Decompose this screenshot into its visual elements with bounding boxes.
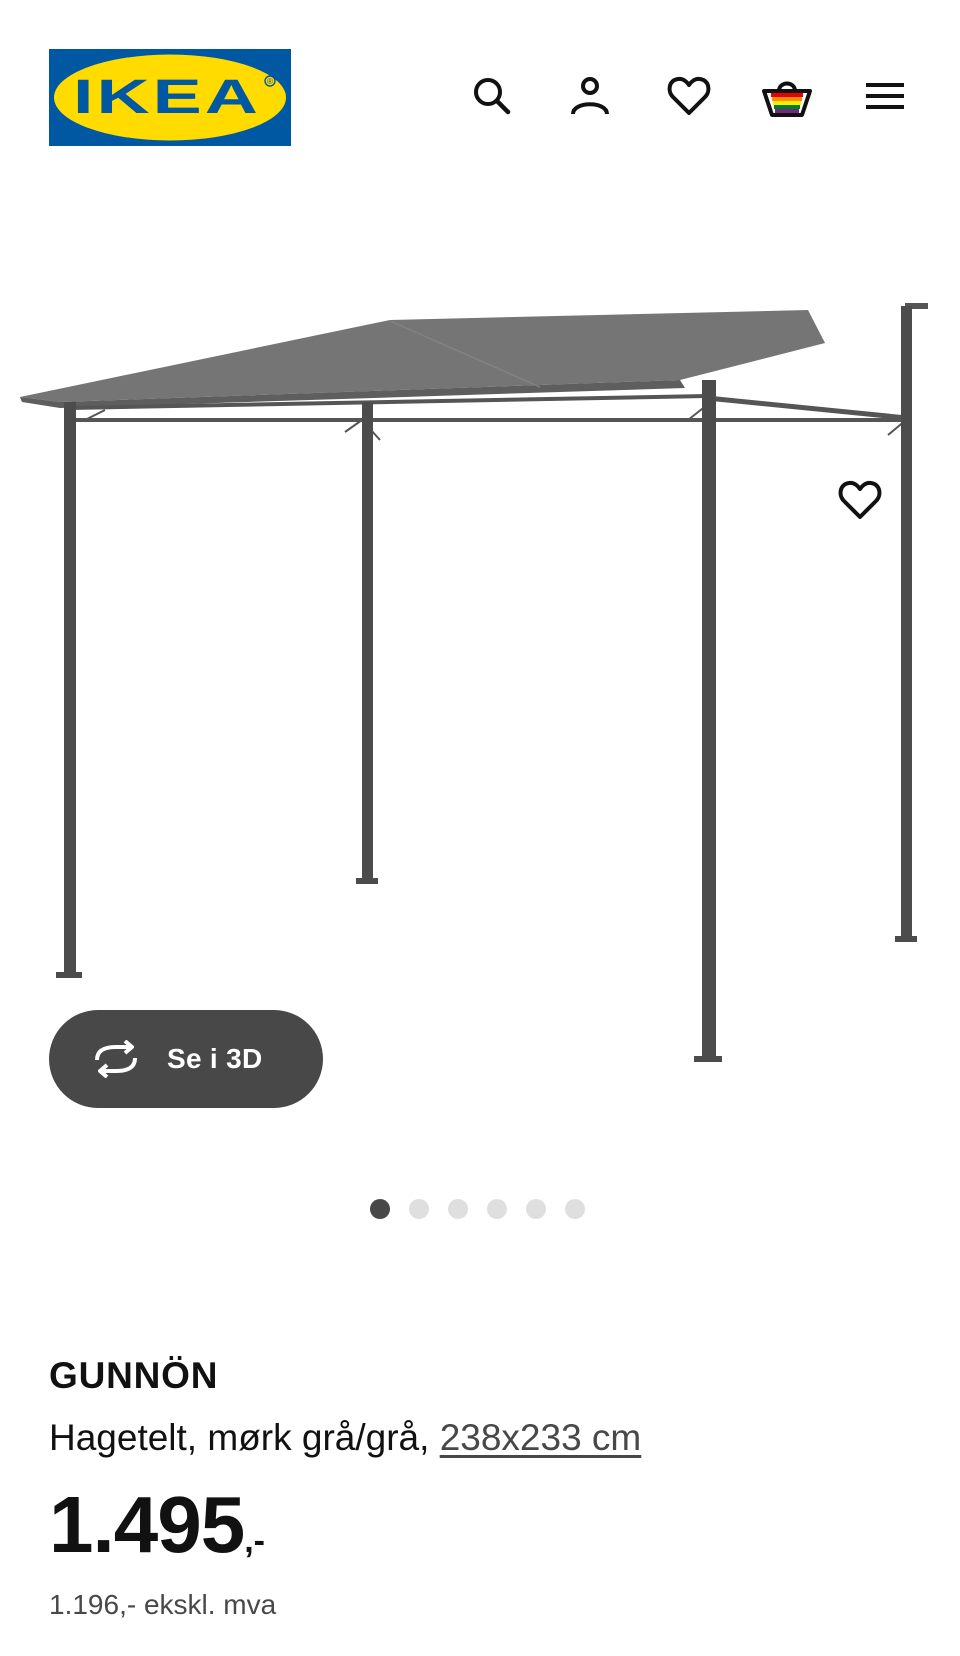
main-menu-button[interactable] — [859, 70, 911, 122]
product-description: Hagetelt, mørk grå/grå, 238x233 cm — [49, 1416, 641, 1460]
rotate-3d-icon — [95, 1040, 137, 1078]
view-in-3d-label: Se i 3D — [167, 1043, 263, 1074]
product-size-link[interactable]: 238x233 cm — [440, 1417, 642, 1458]
price-amount: 1.495 — [49, 1480, 245, 1569]
price-excluding-vat: 1.196,- ekskl. mva — [49, 1589, 277, 1620]
gallery-dot-4[interactable] — [487, 1199, 507, 1219]
product-type-text: Hagetelt, mørk grå/grå, — [49, 1417, 430, 1458]
ikea-logo[interactable]: IKEA ® — [49, 49, 291, 146]
price-suffix: ,- — [244, 1522, 265, 1560]
gallery-dot-2[interactable] — [409, 1199, 429, 1219]
gallery-dot-3[interactable] — [448, 1199, 468, 1219]
search-icon — [474, 78, 511, 115]
favourites-button[interactable] — [663, 70, 715, 122]
account-icon — [571, 77, 609, 115]
shopping-bag-icon — [762, 81, 812, 117]
logo-registered-mark: ® — [267, 77, 273, 86]
product-name: GUNNÖN — [49, 1355, 219, 1396]
gallery-dot-1[interactable] — [370, 1199, 390, 1219]
gallery-dot-5[interactable] — [526, 1199, 546, 1219]
save-to-favourites-button[interactable] — [832, 472, 888, 528]
gallery-pagination — [370, 1199, 585, 1221]
heart-icon — [838, 480, 882, 519]
account-button[interactable] — [564, 70, 616, 122]
view-in-3d-button[interactable]: Se i 3D — [49, 1010, 323, 1108]
logo-text: IKEA — [73, 71, 261, 124]
gallery-dot-6[interactable] — [565, 1199, 585, 1219]
product-price: 1.495,- — [49, 1480, 265, 1586]
shopping-cart-button[interactable] — [761, 70, 813, 122]
site-header: IKEA ® — [0, 0, 960, 190]
heart-icon — [667, 76, 711, 115]
hamburger-menu-icon — [866, 83, 904, 109]
search-button[interactable] — [466, 70, 518, 122]
product-image[interactable] — [0, 270, 960, 1090]
